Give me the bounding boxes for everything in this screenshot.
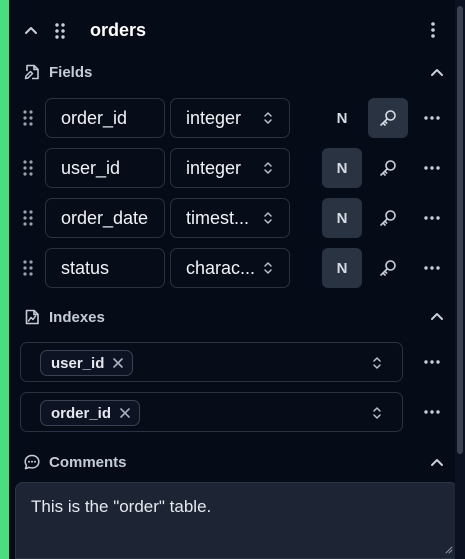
primary-key-toggle[interactable] — [368, 98, 408, 138]
drag-handle-icon — [23, 210, 33, 226]
index-more-button[interactable] — [422, 356, 442, 368]
horizontal-dots-icon — [424, 116, 440, 120]
indexes-section-label: Indexes — [49, 308, 105, 326]
field-drag-handle[interactable] — [23, 160, 35, 176]
table-color-accent — [0, 0, 9, 559]
table-menu-button[interactable] — [423, 20, 443, 40]
drag-handle-icon — [23, 260, 33, 276]
scrollbar-thumb[interactable] — [457, 6, 463, 454]
field-row: order_id integer N — [9, 98, 455, 138]
primary-key-toggle[interactable] — [368, 148, 408, 188]
chevron-up-down-icon — [264, 212, 272, 224]
fields-section-header[interactable]: Fields — [23, 63, 92, 81]
key-icon — [380, 160, 396, 176]
field-name-input[interactable]: user_id — [45, 148, 165, 188]
field-name-input[interactable]: order_date — [45, 198, 165, 238]
nullable-toggle[interactable]: N — [322, 248, 362, 288]
index-column-label: order_id — [51, 404, 112, 422]
chevron-up-down-icon — [373, 407, 381, 419]
nullable-toggle[interactable]: N — [322, 148, 362, 188]
chevron-up-icon — [431, 313, 443, 320]
comments-section-header[interactable]: Comments — [23, 453, 127, 471]
field-drag-handle[interactable] — [23, 260, 35, 276]
collapse-comments-button[interactable] — [427, 452, 447, 472]
key-icon — [380, 260, 396, 276]
primary-key-toggle[interactable] — [368, 248, 408, 288]
horizontal-dots-icon — [424, 410, 440, 414]
chevron-up-icon — [431, 459, 443, 466]
field-more-button[interactable] — [422, 212, 442, 224]
horizontal-dots-icon — [424, 216, 440, 220]
field-type-select[interactable]: timest... — [170, 198, 290, 238]
field-type-select[interactable]: charac... — [170, 248, 290, 288]
message-circle-icon — [24, 454, 40, 470]
collapse-indexes-button[interactable] — [427, 306, 447, 326]
field-row: user_id integer N — [9, 148, 455, 188]
drag-handle-icon — [23, 110, 33, 126]
table-editor-panel: orders Fields order_id integer N user_id — [9, 0, 458, 559]
vertical-dots-icon — [431, 22, 435, 38]
chevron-up-down-icon — [373, 357, 381, 369]
field-more-button[interactable] — [422, 112, 442, 124]
chevron-up-down-icon — [264, 262, 272, 274]
collapse-fields-button[interactable] — [427, 62, 447, 82]
field-row: order_date timest... N — [9, 198, 455, 238]
index-columns-select[interactable]: user_id — [20, 342, 403, 382]
chevron-up-icon — [25, 27, 37, 34]
horizontal-dots-icon — [424, 166, 440, 170]
field-type-value: integer — [186, 158, 242, 178]
field-row: status charac... N — [9, 248, 455, 288]
table-drag-handle[interactable] — [53, 22, 67, 40]
table-name[interactable]: orders — [90, 20, 146, 41]
key-icon — [380, 210, 396, 226]
field-more-button[interactable] — [422, 162, 442, 174]
comment-text: This is the "order" table. — [31, 497, 212, 516]
field-type-select[interactable]: integer — [170, 148, 290, 188]
field-type-value: timest... — [186, 208, 250, 228]
chevron-up-icon — [431, 69, 443, 76]
index-column-chip: order_id — [40, 400, 141, 426]
file-edit-icon — [24, 64, 39, 80]
nullable-toggle[interactable]: N — [322, 198, 362, 238]
indexes-section-header[interactable]: Indexes — [23, 308, 105, 326]
field-more-button[interactable] — [422, 262, 442, 274]
field-type-select[interactable]: integer — [170, 98, 290, 138]
fields-section-label: Fields — [49, 63, 93, 81]
file-chart-icon — [25, 309, 39, 325]
field-name-input[interactable]: order_id — [45, 98, 165, 138]
x-icon[interactable] — [112, 357, 124, 369]
chevron-up-down-icon — [264, 162, 272, 174]
horizontal-dots-icon — [424, 266, 440, 270]
comment-textarea[interactable]: This is the "order" table. — [15, 482, 458, 559]
field-type-value: charac... — [186, 258, 256, 278]
field-drag-handle[interactable] — [23, 210, 35, 226]
index-column-label: user_id — [51, 354, 105, 372]
index-more-button[interactable] — [422, 406, 442, 418]
drag-handle-icon — [23, 160, 33, 176]
index-columns-select[interactable]: order_id — [20, 392, 403, 432]
comments-section-label: Comments — [49, 453, 127, 471]
collapse-table-button[interactable] — [21, 20, 41, 40]
drag-handle-icon — [55, 23, 65, 39]
key-icon — [380, 110, 396, 126]
primary-key-toggle[interactable] — [368, 198, 408, 238]
field-name-input[interactable]: status — [45, 248, 165, 288]
nullable-toggle[interactable]: N — [322, 98, 362, 138]
scrollbar-track[interactable] — [455, 0, 465, 559]
x-icon[interactable] — [119, 407, 131, 419]
horizontal-dots-icon — [424, 360, 440, 364]
chevron-up-down-icon — [264, 112, 272, 124]
field-type-value: integer — [186, 108, 242, 128]
index-column-chip: user_id — [40, 350, 134, 376]
field-drag-handle[interactable] — [23, 110, 35, 126]
resize-handle-icon[interactable] — [445, 546, 453, 554]
